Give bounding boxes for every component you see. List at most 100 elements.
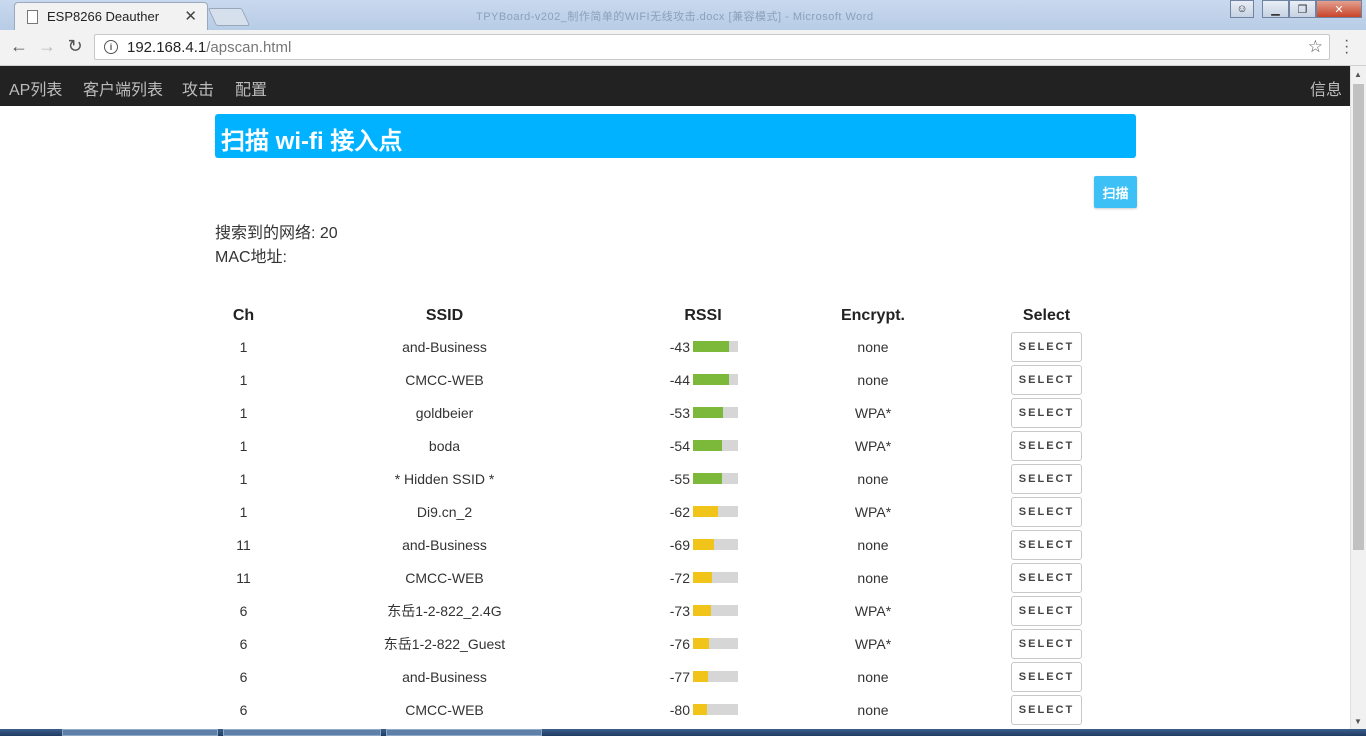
encryption-cell: none (857, 668, 889, 685)
scroll-thumb[interactable] (1353, 84, 1364, 550)
rssi-value: -62 (669, 503, 690, 520)
browser-tab[interactable]: ESP8266 Deauther ✕ (14, 2, 208, 30)
minimize-button[interactable]: ▁ (1262, 0, 1289, 18)
page-scrollbar[interactable]: ▲ ▼ (1350, 66, 1366, 730)
rssi-cell: -44 (617, 363, 789, 396)
scroll-up-arrow-icon[interactable]: ▲ (1354, 70, 1362, 79)
select-button[interactable]: SELECT (1011, 694, 1082, 725)
nav-settings[interactable]: 配置 (235, 76, 267, 100)
nav-ap-list[interactable]: AP列表 (9, 76, 62, 100)
ap-table: Ch SSID RSSI Encrypt. Select 1 and-Busine… (215, 302, 1136, 726)
table-row: 1 Di9.cn_2 -62 WPA* SELECT (215, 495, 1136, 528)
menu-icon[interactable]: · · · (1344, 33, 1349, 61)
rssi-cell: -69 (617, 528, 789, 561)
signal-meter-fill (693, 704, 707, 716)
new-tab-button[interactable] (207, 8, 251, 26)
table-row: 11 CMCC-WEB -72 none SELECT (215, 561, 1136, 594)
select-button[interactable]: SELECT (1011, 496, 1082, 527)
address-bar[interactable]: i 192.168.4.1/apscan.html ☆ (94, 34, 1330, 60)
window-close-button[interactable]: ✕ (1316, 0, 1362, 18)
ssid-cell: and-Business (402, 536, 487, 553)
top-navbar: AP列表 客户端列表 攻击 配置 信息 (0, 66, 1350, 106)
channel-cell: 6 (239, 602, 248, 619)
select-button[interactable]: SELECT (1011, 529, 1082, 560)
nav-attack[interactable]: 攻击 (182, 76, 214, 100)
select-cell: SELECT (957, 495, 1136, 528)
signal-meter-fill (693, 539, 714, 551)
rssi-value: -76 (669, 635, 690, 652)
reload-icon[interactable]: ↻ (64, 36, 86, 57)
table-row: 6 CMCC-WEB -80 none SELECT (215, 693, 1136, 726)
scan-button[interactable]: 扫描 (1094, 176, 1137, 208)
rssi-cell: -76 (617, 627, 789, 660)
signal-meter (693, 407, 738, 419)
page-icon (27, 9, 38, 24)
select-cell: SELECT (957, 627, 1136, 660)
nav-client-list[interactable]: 客户端列表 (83, 76, 163, 100)
back-arrow-icon[interactable]: ← (8, 36, 30, 57)
ssid-cell: goldbeier (415, 404, 474, 421)
url-path: /apscan.html (206, 38, 292, 56)
select-button[interactable]: SELECT (1011, 661, 1082, 692)
select-button[interactable]: SELECT (1011, 628, 1082, 659)
signal-meter (693, 671, 738, 683)
select-cell: SELECT (957, 462, 1136, 495)
col-header-ch: Ch (232, 307, 255, 324)
os-taskbar (0, 729, 1366, 736)
rssi-value: -69 (669, 536, 690, 553)
rssi-cell: -43 (617, 330, 789, 363)
rssi-cell: -62 (617, 495, 789, 528)
channel-cell: 1 (239, 338, 248, 355)
select-button[interactable]: SELECT (1011, 331, 1082, 362)
page-viewport: AP列表 客户端列表 攻击 配置 信息 扫描 wi-fi 接入点 扫描 搜索到的… (0, 66, 1350, 730)
table-row: 6 and-Business -77 none SELECT (215, 660, 1136, 693)
col-header-rssi: RSSI (684, 307, 722, 324)
select-button[interactable]: SELECT (1011, 562, 1082, 593)
signal-meter-fill (693, 374, 729, 386)
select-cell: SELECT (957, 528, 1136, 561)
taskbar-item[interactable] (62, 729, 218, 736)
signal-meter (693, 572, 738, 584)
forward-arrow-icon[interactable]: → (36, 36, 58, 57)
restore-button[interactable]: ❐ (1289, 0, 1316, 18)
table-row: 6 东岳1-2-822_2.4G -73 WPA* SELECT (215, 594, 1136, 627)
signal-meter (693, 341, 738, 353)
nav-info[interactable]: 信息 (1310, 76, 1342, 100)
table-header-row: Ch SSID RSSI Encrypt. Select (215, 302, 1136, 330)
rssi-cell: -53 (617, 396, 789, 429)
rssi-value: -53 (669, 404, 690, 421)
rssi-value: -77 (669, 668, 690, 685)
bookmark-star-icon[interactable]: ☆ (1308, 37, 1323, 57)
select-button[interactable]: SELECT (1011, 430, 1082, 461)
profile-icon[interactable]: ☺ (1230, 0, 1254, 18)
channel-cell: 11 (236, 569, 251, 586)
signal-meter (693, 638, 738, 650)
mac-address-label: MAC地址: (215, 249, 288, 266)
encryption-cell: WPA* (854, 635, 892, 652)
encryption-cell: WPA* (854, 602, 892, 619)
select-button[interactable]: SELECT (1011, 397, 1082, 428)
tab-title: ESP8266 Deauther (47, 9, 160, 24)
table-row: 1 boda -54 WPA* SELECT (215, 429, 1136, 462)
ssid-cell: Di9.cn_2 (416, 503, 473, 520)
encryption-cell: none (857, 338, 889, 355)
taskbar-item[interactable] (386, 729, 542, 736)
signal-meter (693, 440, 738, 452)
signal-meter-fill (693, 506, 718, 518)
signal-meter-fill (693, 473, 722, 485)
encryption-cell: none (857, 536, 889, 553)
taskbar-item[interactable] (223, 729, 381, 736)
select-cell: SELECT (957, 693, 1136, 726)
browser-titlebar: ESP8266 Deauther ✕ TPYBoard-v202_制作简单的WI… (0, 0, 1366, 30)
select-button[interactable]: SELECT (1011, 364, 1082, 395)
tab-close-icon[interactable]: ✕ (184, 7, 197, 25)
scroll-down-arrow-icon[interactable]: ▼ (1354, 717, 1362, 726)
select-button[interactable]: SELECT (1011, 463, 1082, 494)
table-row: 1 * Hidden SSID * -55 none SELECT (215, 462, 1136, 495)
info-icon[interactable]: i (104, 40, 118, 54)
select-button[interactable]: SELECT (1011, 595, 1082, 626)
rssi-cell: -55 (617, 462, 789, 495)
signal-meter-fill (693, 605, 712, 617)
rssi-cell: -54 (617, 429, 789, 462)
rssi-value: -54 (669, 437, 690, 454)
